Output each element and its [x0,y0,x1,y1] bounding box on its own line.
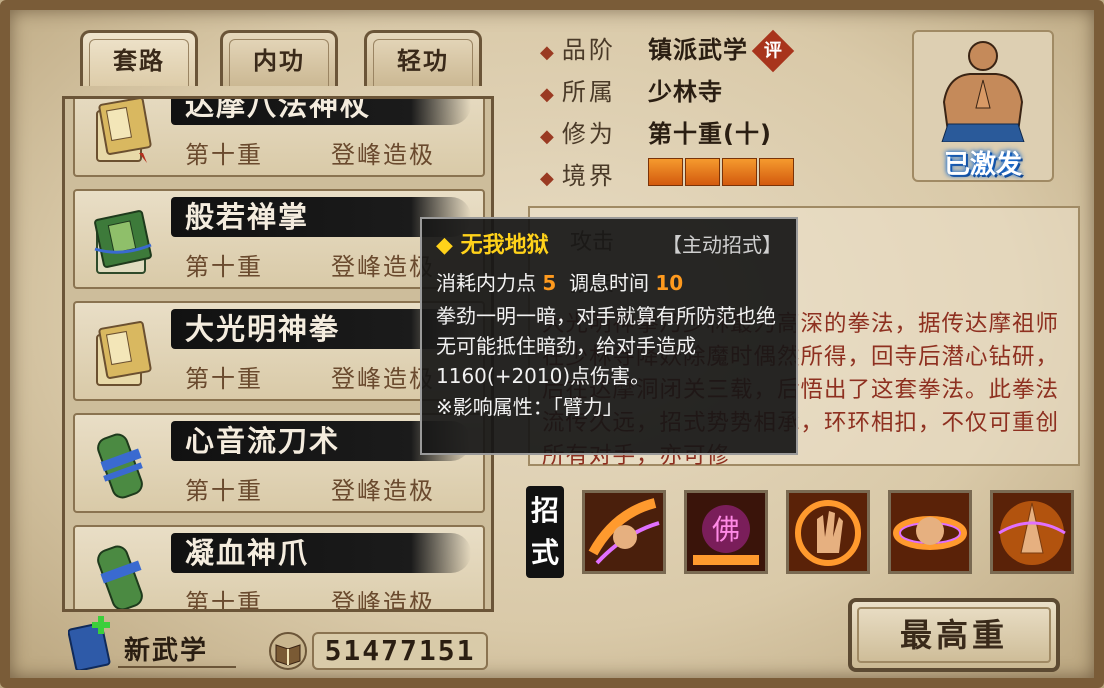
tab-lightness-skill[interactable]: 轻功 [364,30,482,86]
move-tooltip: ◆ 无我地狱 【主动招式】 消耗内力点 5 调息时间 10 拳劲一明一暗，对手就… [420,217,798,455]
diamond-icon: ◆ [540,84,554,105]
move-slot-5[interactable] [990,490,1074,574]
palm-fire-icon [789,493,867,571]
tab-inner-skill[interactable]: 内功 [220,30,338,86]
activated-label: 已激发 [943,150,1022,180]
tooltip-cost-row: 消耗内力点 5 调息时间 10 [436,271,684,295]
realm-row: ◆ 境界 [540,156,794,191]
cultivation-row: ◆ 修为 第十重(十) [540,114,771,149]
realm-bar [648,158,794,186]
skill-list-item[interactable]: 凝血神爪 第十重 登峰造极 [73,525,485,612]
rank-value: 镇派武学 [648,36,748,64]
fist-strike-icon [585,493,663,571]
skill-level: 第十重 [185,477,263,505]
realm-bar-segment [685,158,720,186]
diamond-icon: ◆ [540,42,554,63]
skill-level: 第十重 [185,589,263,612]
skill-grade: 登峰造极 [331,589,435,612]
realm-label: 境界 [561,162,616,190]
gold-book-icon [96,321,152,386]
tooltip-cooldown-value: 10 [655,271,684,295]
cultivation-value: 第十重(十) [648,120,772,148]
monk-avatar-icon [941,41,1025,143]
skill-level: 第十重 [185,141,263,169]
gold-book-icon [96,99,152,163]
sect-label: 所属 [561,78,616,106]
realm-bar-segment [759,158,794,186]
move-slot-1[interactable] [582,490,666,574]
fist-ring-icon [891,493,969,571]
skill-list-item[interactable]: 达摩八法神杖 第十重 登峰造极 [73,96,485,177]
monk-portrait[interactable]: 已激发 [912,30,1054,182]
move-slot-4[interactable] [888,490,972,574]
sect-value: 少林寺 [648,78,723,106]
tooltip-move-name: ◆ 无我地狱 [436,233,549,258]
tooltip-attribute: ※影响属性：「臂力」 [436,395,623,419]
buddha-glyph-icon: 佛 [687,493,765,571]
skill-name: 心音流刀术 [185,424,341,458]
scroll-icon [97,545,143,609]
skill-name: 凝血神爪 [185,536,310,570]
sect-row: ◆ 所属 少林寺 [540,72,722,107]
divider [118,666,236,668]
tooltip-move-kind: 【主动招式】 [662,233,782,257]
rank-row: ◆ 品阶 镇派武学评 [540,29,795,73]
skill-level: 第十重 [185,253,263,281]
tab-routine[interactable]: 套路 [80,30,198,86]
rating-badge[interactable]: 评 [751,29,795,73]
diamond-icon: ◆ [540,168,554,189]
skill-grade: 登峰造极 [331,141,435,169]
skill-name: 大光明神拳 [185,312,341,346]
skill-points-book-icon [269,632,307,670]
moves-label: 招式 [526,486,564,578]
max-level-button[interactable]: 最高重 [848,598,1060,672]
skill-grade: 登峰造极 [331,477,435,505]
move-slot-2[interactable]: 佛 [684,490,768,574]
skill-level: 第十重 [185,365,263,393]
cultivation-label: 修为 [561,120,616,148]
tooltip-body: 拳劲一明一暗，对手就算有所防范也绝无可能抵住暗劲，给对手造成1160(+2010… [436,304,776,388]
diamond-icon: ◆ [540,126,554,147]
green-book-icon [94,210,152,274]
skill-name: 般若禅掌 [185,200,310,234]
svg-text:佛: 佛 [712,513,740,546]
realm-bar-segment [722,158,757,186]
rank-label: 品阶 [561,36,616,64]
skill-points-value: 51477151 [312,632,488,670]
scroll-icon [97,433,143,499]
new-skill-button[interactable]: 新武学 [124,630,208,667]
skill-name: 达摩八法神杖 [185,96,372,122]
realm-bar-segment [648,158,683,186]
praying-hands-icon [993,493,1071,571]
move-slot-3[interactable] [786,490,870,574]
new-skill-book-icon[interactable] [68,616,114,670]
tooltip-cost-value: 5 [542,271,557,295]
